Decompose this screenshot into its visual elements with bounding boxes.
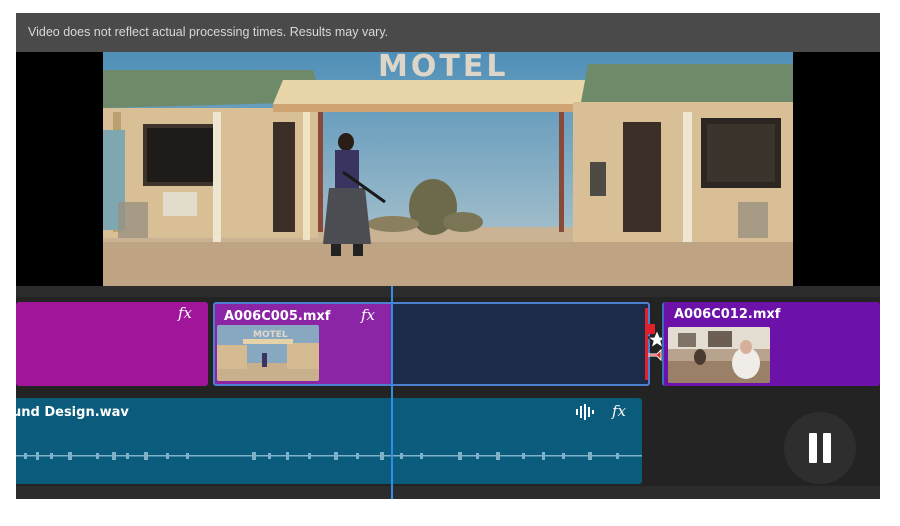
playhead[interactable] <box>391 286 393 499</box>
fx-icon[interactable]: fx <box>361 306 375 324</box>
audio-clip-title: und Design.wav <box>16 405 129 420</box>
fx-icon[interactable]: fx <box>612 402 626 420</box>
clip-2-thumbnail: MOTEL <box>217 325 319 381</box>
pause-button[interactable] <box>784 412 856 484</box>
motel-sign: MOTEL <box>378 52 508 84</box>
pause-icon <box>809 433 817 463</box>
audio-waveform <box>16 452 642 460</box>
timeline-footer-bar <box>16 486 880 499</box>
fx-icon[interactable]: fx <box>178 304 192 322</box>
motel-scene-image: MOTEL <box>103 52 793 286</box>
processing-notice: Video does not reflect actual processing… <box>16 13 880 52</box>
audio-clip[interactable]: und Design.wav fx <box>16 398 642 484</box>
clip-3-title: A006C012.mxf <box>674 307 781 322</box>
video-clip-2-selected[interactable]: A006C005.mxf fx MOTEL <box>213 302 650 386</box>
video-clip-3[interactable]: A006C012.mxf <box>662 302 880 386</box>
clip-3-thumbnail <box>668 327 770 383</box>
timeline[interactable]: fx A006C005.mxf fx MOTEL A006C012.mxf un… <box>16 286 880 499</box>
preview-frame: MOTEL <box>103 52 793 286</box>
waveform-icon[interactable] <box>575 404 595 420</box>
thumb-motel-sign: MOTEL <box>253 330 288 340</box>
video-preview[interactable]: MOTEL <box>16 52 880 286</box>
app-window: Video does not reflect actual processing… <box>16 13 880 499</box>
video-clip-1[interactable]: fx <box>16 302 208 386</box>
timeline-ruler[interactable] <box>16 286 880 297</box>
clip-2-title: A006C005.mxf <box>224 309 331 324</box>
